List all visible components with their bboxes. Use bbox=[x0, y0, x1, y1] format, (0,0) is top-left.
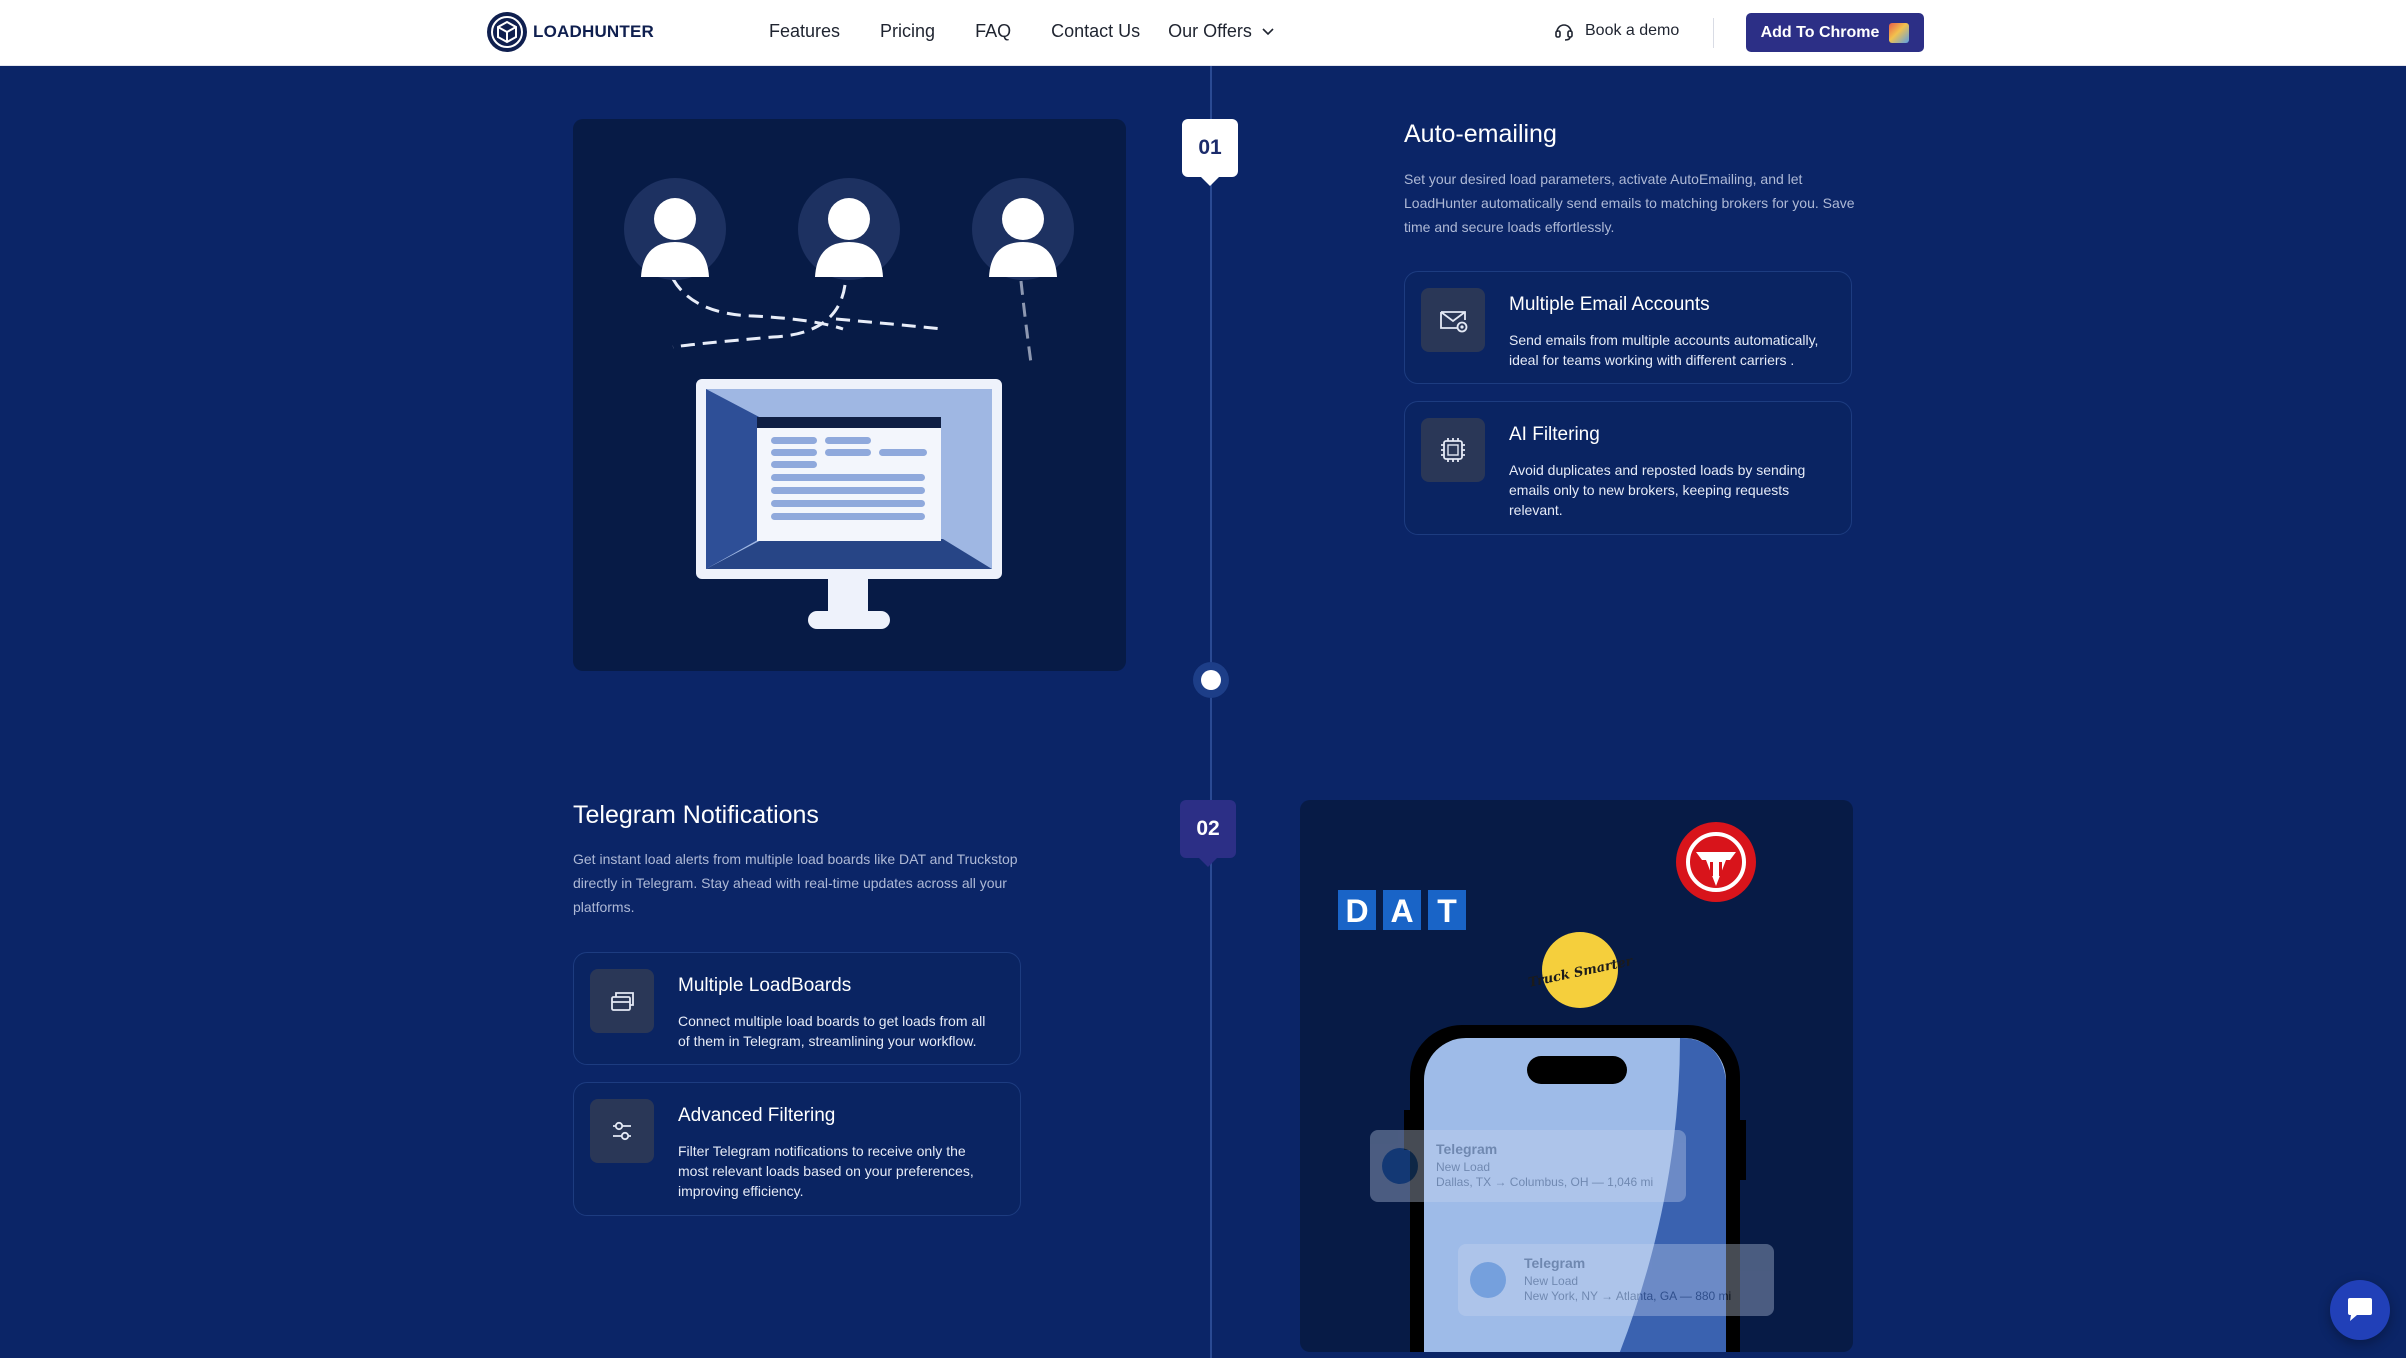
truckstop-logo bbox=[1676, 822, 1756, 902]
auto-emailing-illustration bbox=[573, 119, 1126, 671]
main-nav: Features Pricing FAQ Contact Us Our Offe… bbox=[769, 21, 1314, 42]
feature-description: Connect multiple load boards to get load… bbox=[678, 1013, 986, 1049]
logo[interactable]: LOADHUNTER bbox=[485, 10, 654, 54]
headset-icon bbox=[1555, 24, 1573, 41]
book-demo-label: Book a demo bbox=[1585, 22, 1680, 39]
feature-description: Send emails from multiple accounts autom… bbox=[1509, 332, 1819, 368]
step-badge-01: 01 bbox=[1182, 119, 1238, 186]
notification-line2: Dallas, TX → Columbus, OH — 1,046 mi bbox=[1436, 1175, 1653, 1189]
feature-card-multiple-email-accounts: Multiple Email Accounts Send emails from… bbox=[1404, 271, 1852, 384]
sliders-icon bbox=[590, 1099, 654, 1163]
timeline-dot bbox=[1193, 662, 1229, 698]
notification-line1: New Load bbox=[1436, 1160, 1490, 1174]
nav-our-offers[interactable]: Our Offers bbox=[1168, 21, 1274, 42]
telegram-illustration: D A T Truck Smarter Telegram New Load Da… bbox=[1300, 800, 1853, 1352]
dat-letter: D bbox=[1345, 893, 1368, 929]
telegram-scene: D A T Truck Smarter Telegram New Load Da… bbox=[1338, 822, 1774, 1352]
nav-contact-us[interactable]: Contact Us bbox=[1051, 21, 1140, 42]
feature-title: Multiple Email Accounts bbox=[1509, 294, 1710, 315]
book-demo-link[interactable]: Book a demo bbox=[1553, 20, 1679, 42]
user-avatar-icon bbox=[972, 178, 1074, 280]
telegram-notification: Telegram New Load Dallas, TX → Columbus,… bbox=[1370, 1130, 1686, 1202]
feature-title: Advanced Filtering bbox=[678, 1105, 836, 1126]
feature-card-advanced-filtering: Advanced Filtering Filter Telegram notif… bbox=[573, 1082, 1021, 1216]
notification-line1: New Load bbox=[1524, 1274, 1578, 1288]
notification-line2: New York, NY → Atlanta, GA — 880 mi bbox=[1524, 1289, 1731, 1303]
nav-features[interactable]: Features bbox=[769, 21, 840, 42]
email-at-icon bbox=[1421, 288, 1485, 352]
add-to-chrome-label: Add To Chrome bbox=[1760, 23, 1880, 41]
auto-emailing-title: Auto-emailing bbox=[1404, 120, 1557, 148]
feature-card-multiple-loadboards: Multiple LoadBoards Connect multiple loa… bbox=[573, 952, 1021, 1065]
dat-letter: T bbox=[1437, 893, 1457, 929]
step-badge-02: 02 bbox=[1180, 800, 1236, 867]
header-divider bbox=[1713, 18, 1714, 48]
add-to-chrome-button[interactable]: Add To Chrome bbox=[1746, 13, 1924, 52]
dat-logo: D A T bbox=[1338, 890, 1466, 930]
telegram-notifications-description: Get instant load alerts from multiple lo… bbox=[573, 851, 1018, 915]
feature-description: Filter Telegram notifications to receive… bbox=[678, 1143, 974, 1199]
chevron-down-icon bbox=[1262, 27, 1274, 35]
telegram-notification: Telegram New Load New York, NY → Atlanta… bbox=[1458, 1244, 1774, 1316]
feature-title: Multiple LoadBoards bbox=[678, 975, 852, 996]
nav-our-offers-label: Our Offers bbox=[1168, 21, 1252, 41]
dat-letter: A bbox=[1390, 893, 1413, 929]
truck-smarter-logo: Truck Smarter bbox=[1527, 932, 1635, 1008]
nav-pricing[interactable]: Pricing bbox=[880, 21, 935, 42]
auto-emailing-scene bbox=[624, 178, 1074, 629]
user-avatar-icon bbox=[624, 178, 726, 280]
feature-description: Avoid duplicates and reposted loads by s… bbox=[1509, 462, 1806, 518]
notification-app: Telegram bbox=[1524, 1255, 1585, 1271]
telegram-notifications-title: Telegram Notifications bbox=[573, 801, 819, 829]
monitor-icon bbox=[696, 379, 1002, 629]
chat-bubble-icon bbox=[2348, 1298, 2372, 1321]
feature-title: AI Filtering bbox=[1509, 424, 1600, 445]
user-avatar-icon bbox=[798, 178, 900, 280]
site-header: LOADHUNTER Features Pricing FAQ Contact … bbox=[0, 0, 2406, 66]
auto-emailing-description: Set your desired load parameters, activa… bbox=[1404, 171, 1855, 235]
chrome-icon bbox=[1889, 22, 1910, 43]
notification-app: Telegram bbox=[1436, 1141, 1497, 1157]
logo-mark-icon bbox=[487, 12, 527, 52]
chat-widget-button[interactable] bbox=[2330, 1280, 2390, 1340]
ai-chip-icon bbox=[1421, 418, 1485, 482]
logo-text: LOADHUNTER bbox=[533, 22, 654, 41]
nav-faq[interactable]: FAQ bbox=[975, 21, 1011, 42]
cards-icon bbox=[590, 969, 654, 1033]
timeline-line bbox=[1210, 66, 1212, 1358]
feature-card-ai-filtering: AI Filtering Avoid duplicates and repost… bbox=[1404, 401, 1852, 535]
